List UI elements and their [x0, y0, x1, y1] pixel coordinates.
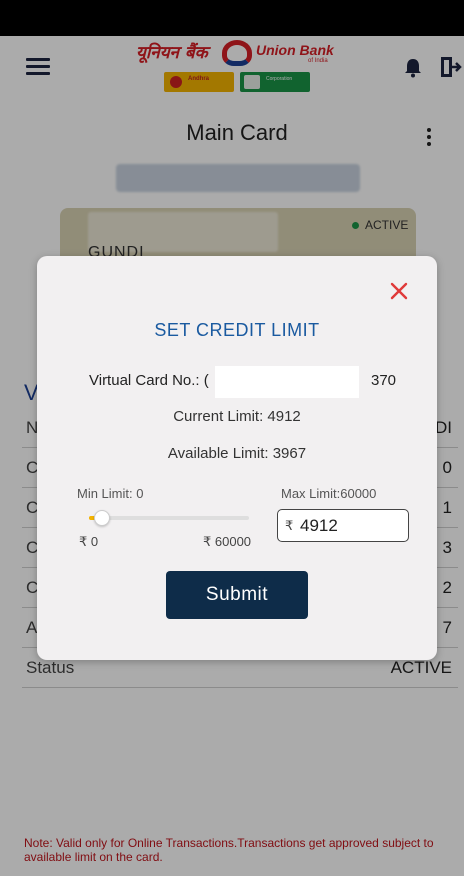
currency-symbol: ₹: [285, 518, 294, 533]
available-limit-text: Available Limit: 3967: [167, 445, 307, 462]
set-credit-limit-dialog: SET CREDIT LIMIT Virtual Card No.: ( 370…: [37, 256, 437, 660]
submit-button[interactable]: Submit: [166, 571, 308, 619]
slider-thumb[interactable]: [94, 510, 111, 526]
slider-min-value: ₹ 0: [79, 534, 99, 549]
masked-virtual-card-number: [215, 366, 359, 398]
credit-limit-input[interactable]: [300, 514, 404, 538]
slider-max-value: ₹ 60000: [203, 534, 252, 549]
max-limit-label: Max Limit:60000: [281, 486, 377, 501]
slider-track: [89, 516, 249, 520]
status-bar: [0, 0, 464, 36]
dialog-title: SET CREDIT LIMIT: [154, 320, 320, 340]
virtual-card-suffix: 370: [371, 372, 397, 389]
virtual-card-label: Virtual Card No.: (: [89, 372, 209, 389]
min-limit-label: Min Limit: 0: [77, 486, 144, 501]
close-icon[interactable]: [386, 278, 412, 304]
current-limit-text: Current Limit: 4912: [173, 408, 301, 425]
credit-limit-field[interactable]: ₹: [277, 509, 409, 542]
credit-limit-slider[interactable]: [89, 510, 249, 526]
